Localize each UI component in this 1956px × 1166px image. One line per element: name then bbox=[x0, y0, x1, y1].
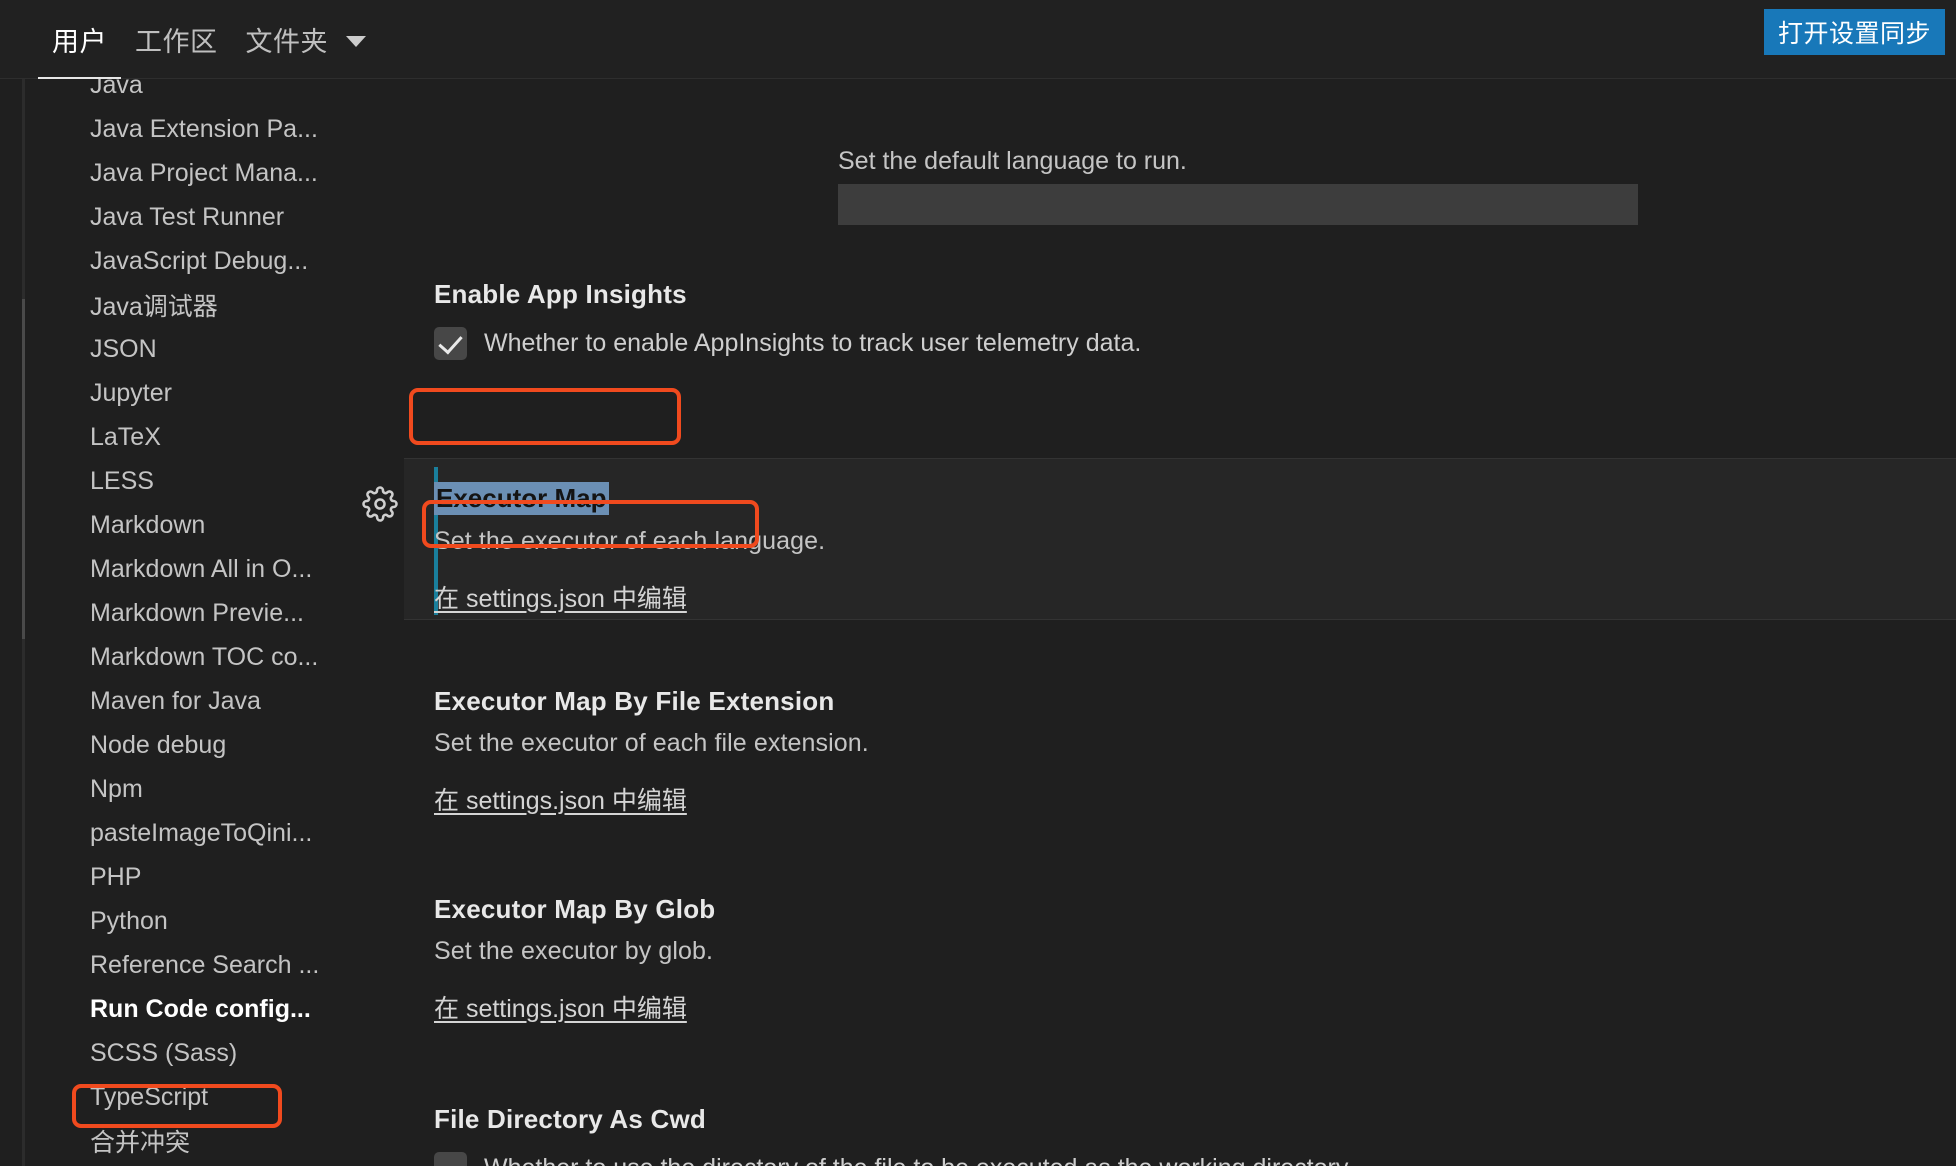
sidebar-item-scss-sass[interactable]: SCSS (Sass) bbox=[0, 1031, 404, 1075]
sidebar-item-label: JSON bbox=[90, 334, 157, 363]
chevron-down-icon[interactable] bbox=[342, 0, 374, 79]
settings-scope-tabs: 用户 工作区 文件夹 bbox=[38, 0, 374, 79]
executor-map-glob-title: Executor Map By Glob bbox=[434, 894, 716, 924]
setting-executor-map-by-file-extension: Executor Map By File Extension Set the e… bbox=[404, 686, 1956, 817]
sidebar-item-markdown-toc[interactable]: Markdown TOC co... bbox=[0, 635, 404, 679]
executor-map-file-extension-description: Set the executor of each file extension. bbox=[434, 729, 869, 757]
sidebar-item-markdown-all-in-one[interactable]: Markdown All in O... bbox=[0, 547, 404, 591]
app-insights-checkbox-label: Whether to enable AppInsights to track u… bbox=[484, 329, 1142, 357]
sidebar-item-label: Node debug bbox=[90, 730, 227, 759]
toc-list: Java Java Extension Pa... Java Project M… bbox=[0, 79, 404, 1163]
sidebar-item-label: Jupyter bbox=[90, 378, 172, 407]
executor-map-file-extension-edit-in-settings-json-link[interactable]: 在 settings.json 中编辑 bbox=[434, 781, 687, 817]
sidebar-item-label: Run Code config... bbox=[90, 994, 311, 1023]
sidebar-item-label: Java Extension Pa... bbox=[90, 114, 318, 143]
setting-executor-map-by-glob: Executor Map By Glob Set the executor by… bbox=[404, 894, 1956, 1025]
setting-executor-map: Executor Map Set the executor of each la… bbox=[404, 482, 1956, 615]
sidebar-item-java-extension-pack[interactable]: Java Extension Pa... bbox=[0, 107, 404, 151]
sidebar-item-less[interactable]: LESS bbox=[0, 459, 404, 503]
executor-map-title-wrap: Executor Map bbox=[434, 482, 1956, 515]
tab-folder-label: 文件夹 bbox=[245, 27, 328, 57]
sidebar-item-java[interactable]: Java bbox=[0, 79, 404, 107]
sidebar-item-latex[interactable]: LaTeX bbox=[0, 415, 404, 459]
setting-enable-app-insights: Enable App Insights Whether to enable Ap… bbox=[404, 279, 1956, 360]
executor-map-description: Set the executor of each language. bbox=[434, 527, 826, 555]
sidebar-item-label: TypeScript bbox=[90, 1082, 209, 1111]
setting-file-directory-as-cwd: File Directory As Cwd Whether to use the… bbox=[404, 1104, 1956, 1166]
file-directory-as-cwd-checkbox-row[interactable]: Whether to use the directory of the file… bbox=[434, 1152, 1956, 1166]
sidebar-item-label: Java Test Runner bbox=[90, 202, 285, 231]
sidebar-item-label: pasteImageToQini... bbox=[90, 818, 313, 847]
sidebar-item-java-debugger[interactable]: Java调试器 bbox=[0, 283, 404, 327]
file-directory-as-cwd-checkbox[interactable] bbox=[434, 1152, 467, 1166]
sidebar-item-label: SCSS (Sass) bbox=[90, 1038, 238, 1067]
sidebar-item-paste-image-to-qiniu[interactable]: pasteImageToQini... bbox=[0, 811, 404, 855]
sidebar-item-npm[interactable]: Npm bbox=[0, 767, 404, 811]
sidebar-item-label: Npm bbox=[90, 774, 143, 803]
sidebar-item-java-project-manager[interactable]: Java Project Mana... bbox=[0, 151, 404, 195]
sidebar-item-label: Reference Search ... bbox=[90, 950, 320, 979]
tab-workspace-label: 工作区 bbox=[135, 27, 218, 57]
tab-user-label: 用户 bbox=[52, 27, 107, 57]
executor-map-edit-in-settings-json-link[interactable]: 在 settings.json 中编辑 bbox=[434, 579, 687, 615]
tab-folder[interactable]: 文件夹 bbox=[232, 0, 343, 79]
sidebar-item-label: 合并冲突 bbox=[90, 1129, 191, 1157]
file-directory-as-cwd-title: File Directory As Cwd bbox=[434, 1104, 706, 1134]
app-insights-title: Enable App Insights bbox=[434, 279, 687, 309]
sidebar-item-typescript[interactable]: TypeScript bbox=[0, 1075, 404, 1119]
sidebar-item-run-code-config[interactable]: Run Code config... bbox=[0, 987, 404, 1031]
tab-user[interactable]: 用户 bbox=[38, 0, 121, 79]
default-language-input[interactable] bbox=[838, 184, 1638, 225]
app-insights-checkbox[interactable] bbox=[434, 327, 467, 360]
sidebar-item-maven-for-java[interactable]: Maven for Java bbox=[0, 679, 404, 723]
scroll-clip-mask bbox=[404, 79, 1956, 151]
sidebar-item-markdown[interactable]: Markdown bbox=[0, 503, 404, 547]
default-language-description: Set the default language to run. bbox=[838, 147, 1187, 175]
sidebar-item-label: LESS bbox=[90, 466, 154, 495]
sidebar-item-label: JavaScript Debug... bbox=[90, 246, 309, 275]
sidebar-item-label: Java bbox=[90, 79, 143, 99]
executor-map-glob-edit-in-settings-json-link[interactable]: 在 settings.json 中编辑 bbox=[434, 989, 687, 1025]
sidebar-item-label: PHP bbox=[90, 862, 142, 891]
chevron-down-glyph bbox=[346, 36, 366, 47]
sidebar-item-label: Java调试器 bbox=[90, 293, 218, 321]
settings-toc-sidebar[interactable]: Java Java Extension Pa... Java Project M… bbox=[0, 79, 404, 1166]
settings-content-pane: Set the default language to run. Enable … bbox=[404, 79, 1956, 1166]
settings-body: Java Java Extension Pa... Java Project M… bbox=[0, 79, 1956, 1166]
sidebar-item-php[interactable]: PHP bbox=[0, 855, 404, 899]
sidebar-item-label: Python bbox=[90, 906, 168, 935]
sidebar-item-label: Markdown All in O... bbox=[90, 554, 313, 583]
file-directory-as-cwd-checkbox-label: Whether to use the directory of the file… bbox=[484, 1154, 1353, 1166]
settings-header: 用户 工作区 文件夹 打开设置同步 bbox=[0, 0, 1956, 79]
sidebar-item-merge-conflict[interactable]: 合并冲突 bbox=[0, 1119, 404, 1163]
tab-workspace[interactable]: 工作区 bbox=[121, 0, 232, 79]
executor-map-title: Executor Map bbox=[434, 482, 609, 515]
sidebar-item-markdown-preview[interactable]: Markdown Previe... bbox=[0, 591, 404, 635]
sidebar-item-python[interactable]: Python bbox=[0, 899, 404, 943]
sidebar-item-label: Markdown bbox=[90, 510, 206, 539]
app-insights-checkbox-row[interactable]: Whether to enable AppInsights to track u… bbox=[434, 327, 1956, 360]
executor-map-file-extension-title: Executor Map By File Extension bbox=[434, 686, 835, 716]
sidebar-item-label: Markdown Previe... bbox=[90, 598, 304, 627]
sidebar-item-label: LaTeX bbox=[90, 422, 161, 451]
open-settings-sync-button[interactable]: 打开设置同步 bbox=[1763, 9, 1945, 55]
sidebar-item-reference-search[interactable]: Reference Search ... bbox=[0, 943, 404, 987]
gear-icon[interactable] bbox=[362, 486, 398, 522]
sidebar-item-json[interactable]: JSON bbox=[0, 327, 404, 371]
sidebar-item-jupyter[interactable]: Jupyter bbox=[0, 371, 404, 415]
sidebar-item-java-test-runner[interactable]: Java Test Runner bbox=[0, 195, 404, 239]
sidebar-item-node-debug[interactable]: Node debug bbox=[0, 723, 404, 767]
executor-map-glob-description: Set the executor by glob. bbox=[434, 937, 714, 965]
sidebar-item-label: Maven for Java bbox=[90, 686, 261, 715]
sidebar-item-label: Java Project Mana... bbox=[90, 158, 318, 187]
sidebar-item-javascript-debugger[interactable]: JavaScript Debug... bbox=[0, 239, 404, 283]
sidebar-item-label: Markdown TOC co... bbox=[90, 642, 319, 671]
